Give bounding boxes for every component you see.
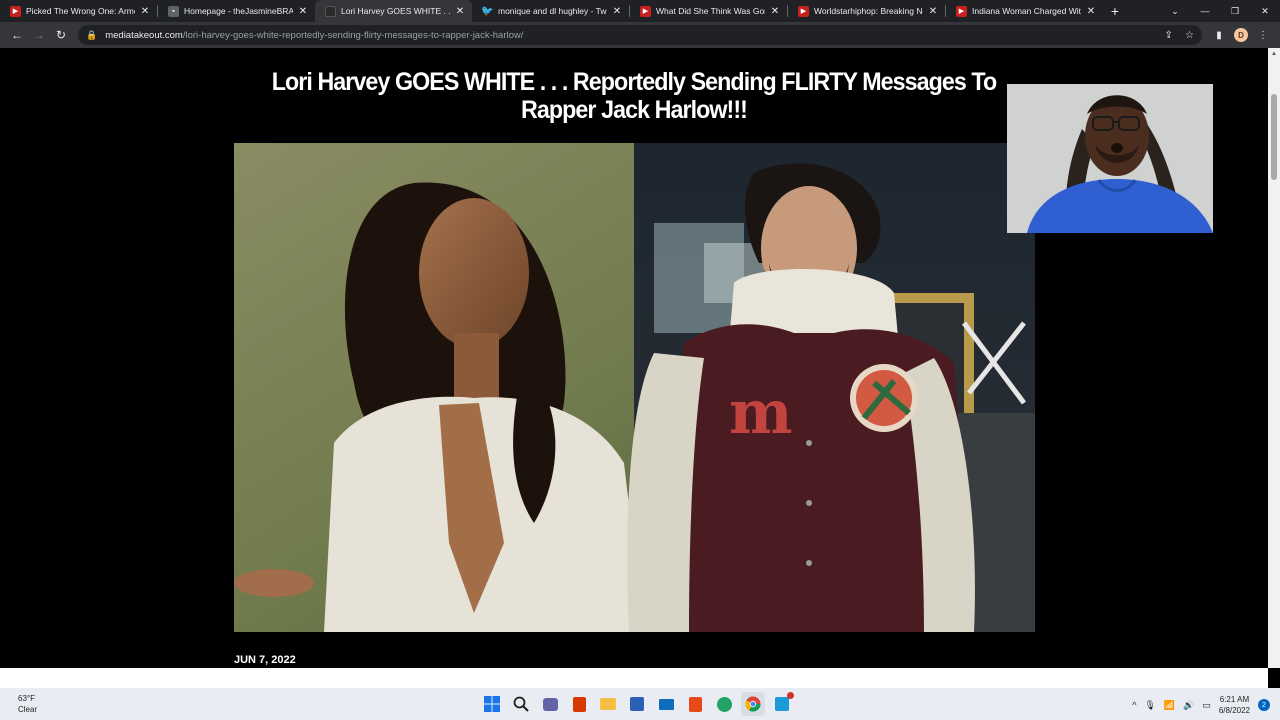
tab-indiana-woman[interactable]: ▶ Indiana Woman Charged With ✕: [946, 0, 1103, 22]
tab-title: Picked The Wrong One: Armed: [26, 6, 135, 16]
lock-icon[interactable]: 🔒: [86, 30, 97, 41]
close-icon[interactable]: ✕: [769, 6, 781, 17]
tab-title: What Did She Think Was Gonna: [656, 6, 765, 16]
office-app-icon[interactable]: [683, 692, 707, 716]
hero-photo: m: [234, 143, 1035, 632]
tab-worldstar[interactable]: ▶ Worldstarhiphop: Breaking New ✕: [788, 0, 945, 22]
clock-time: 6:21 AM: [1219, 695, 1250, 704]
address-bar[interactable]: 🔒 mediatakeout.com /lori-harvey-goes-whi…: [78, 25, 1202, 45]
close-icon[interactable]: ✕: [297, 6, 309, 17]
twitter-icon: 🐦: [481, 5, 494, 17]
scroll-up-icon[interactable]: ▲: [1268, 48, 1280, 60]
restore-button[interactable]: ❐: [1220, 0, 1250, 22]
tab-title: Lori Harvey GOES WHITE . . . Re: [341, 6, 450, 16]
system-clock[interactable]: 6:21 AM 6/8/2022: [1219, 694, 1250, 716]
wifi-icon[interactable]: 📶: [1164, 700, 1175, 711]
system-tray: ^ 🎙 📶 🔊 ▭ 6:21 AM 6/8/2022 2: [1132, 694, 1270, 716]
minimize-button[interactable]: —: [1190, 0, 1220, 22]
browser-toolbar: ← → ↻ 🔒 mediatakeout.com /lori-harvey-go…: [0, 22, 1280, 48]
notification-badge[interactable]: 2: [1258, 699, 1270, 711]
red-play-icon: ▶: [640, 5, 651, 17]
side-panel-icon[interactable]: ▮: [1208, 24, 1230, 46]
page-scrollbar[interactable]: ▲: [1268, 48, 1280, 668]
bookmark-star-icon[interactable]: ☆: [1185, 30, 1194, 41]
weather-widget[interactable]: 63°F Clear: [18, 693, 37, 715]
page-footer-strip: [0, 668, 1268, 688]
site-icon: ▪: [168, 5, 179, 17]
chrome-icon[interactable]: [741, 692, 765, 716]
article-hero-image: m: [234, 143, 1035, 632]
chevron-up-icon[interactable]: ^: [1132, 700, 1136, 710]
article-date: JUN 7, 2022: [234, 654, 296, 666]
close-icon[interactable]: ✕: [139, 6, 151, 17]
tab-search-icon[interactable]: ⌄: [1160, 0, 1190, 22]
tab-what-did-she-think[interactable]: ▶ What Did She Think Was Gonna ✕: [630, 0, 787, 22]
tab-jasmine-brand[interactable]: ▪ Homepage - theJasmineBRAND ✕: [158, 0, 315, 22]
svg-text:m: m: [729, 378, 793, 448]
reload-button[interactable]: ↻: [50, 24, 72, 46]
tab-title: Indiana Woman Charged With: [972, 6, 1081, 16]
share-icon[interactable]: ⇪: [1165, 30, 1173, 41]
store-icon[interactable]: [625, 692, 649, 716]
forward-button[interactable]: →: [28, 24, 50, 46]
windows-start-icon[interactable]: [480, 692, 504, 716]
battery-icon[interactable]: ▭: [1202, 700, 1211, 711]
red-play-icon: ▶: [10, 5, 21, 17]
page-icon: [325, 5, 336, 17]
search-icon[interactable]: [509, 692, 533, 716]
close-icon[interactable]: ✕: [1085, 6, 1097, 17]
windows-taskbar: 63°F Clear ^ 🎙 📶 🔊 ▭ 6:21 AM 6/8/2022 2: [0, 688, 1280, 720]
app-with-badge-icon[interactable]: [770, 692, 794, 716]
chat-icon[interactable]: [538, 692, 562, 716]
profile-avatar: D: [1234, 28, 1248, 42]
taskbar-apps: [480, 692, 794, 716]
edge-icon[interactable]: [712, 692, 736, 716]
profile-button[interactable]: D: [1230, 24, 1252, 46]
clock-date: 6/8/2022: [1218, 706, 1250, 715]
office-icon[interactable]: [567, 692, 591, 716]
mail-icon[interactable]: [654, 692, 678, 716]
tab-title: Worldstarhiphop: Breaking New: [814, 6, 923, 16]
weather-temperature: 63°F: [18, 694, 35, 703]
article-headline: Lori Harvey GOES WHITE . . . Reportedly …: [271, 68, 997, 124]
scrollbar-thumb[interactable]: [1271, 94, 1277, 180]
window-controls: ⌄ — ❐ ✕: [1160, 0, 1280, 22]
tab-lori-harvey[interactable]: Lori Harvey GOES WHITE . . . Re ✕: [315, 0, 472, 22]
new-tab-button[interactable]: +: [1103, 0, 1127, 22]
weather-condition: Clear: [18, 705, 38, 714]
tab-title: monique and dl hughley - Twitt: [498, 6, 607, 16]
back-button[interactable]: ←: [6, 24, 28, 46]
menu-icon[interactable]: ⋮: [1252, 24, 1274, 46]
tab-picked-wrong-one[interactable]: ▶ Picked The Wrong One: Armed ✕: [0, 0, 157, 22]
browser-tab-strip: ▶ Picked The Wrong One: Armed ✕ ▪ Homepa…: [0, 0, 1280, 22]
close-icon[interactable]: ✕: [611, 6, 623, 17]
window-close-button[interactable]: ✕: [1250, 0, 1280, 22]
url-domain: mediatakeout.com: [105, 29, 183, 41]
tab-twitter[interactable]: 🐦 monique and dl hughley - Twitt ✕: [472, 0, 629, 22]
webcam-feed: [1007, 84, 1213, 233]
microphone-icon[interactable]: 🎙: [1144, 700, 1155, 711]
url-path: /lori-harvey-goes-white-reportedly-sendi…: [182, 29, 524, 41]
close-icon[interactable]: ✕: [927, 6, 939, 17]
close-icon[interactable]: ✕: [454, 6, 466, 17]
volume-icon[interactable]: 🔊: [1183, 700, 1194, 711]
red-play-icon: ▶: [956, 5, 967, 17]
tab-title: Homepage - theJasmineBRAND: [184, 6, 293, 16]
file-explorer-icon[interactable]: [596, 692, 620, 716]
red-play-icon: ▶: [798, 5, 809, 17]
webcam-overlay: [1007, 84, 1213, 233]
